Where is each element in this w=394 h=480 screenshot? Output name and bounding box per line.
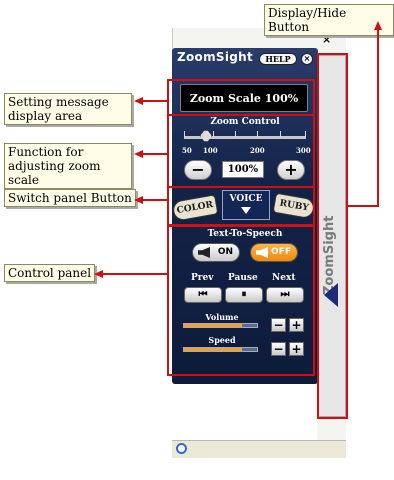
highlight-control-panel <box>167 225 315 376</box>
connector <box>142 153 167 155</box>
arrow-icon <box>134 97 143 105</box>
highlight-strip <box>317 53 348 419</box>
connector <box>377 24 379 206</box>
arrow-icon <box>134 150 143 158</box>
highlight-message-area <box>167 79 315 116</box>
ie-status-icon <box>176 443 187 454</box>
connector <box>142 199 167 201</box>
highlight-switch-tabs <box>167 186 315 226</box>
callout-setting-message: Setting message display area <box>4 93 132 125</box>
help-button[interactable]: HELP <box>259 53 297 65</box>
callout-zoom-function: Function for adjusting zoom scale <box>4 143 132 189</box>
arrow-icon <box>374 21 382 30</box>
connector <box>142 100 167 102</box>
connector <box>102 273 167 275</box>
connector <box>348 205 379 207</box>
arrow-icon <box>134 196 143 204</box>
callout-display-hide: Display/Hide Button <box>264 4 394 36</box>
zoomsight-logo: ZoomSight <box>177 50 254 64</box>
highlight-zoom-control <box>167 114 315 188</box>
callout-control-panel: Control panel <box>4 264 96 282</box>
panel-close-button[interactable]: × <box>301 53 313 65</box>
status-bar <box>172 440 346 458</box>
arrow-icon <box>94 270 103 278</box>
callout-switch-panel: Switch panel Button <box>4 189 136 207</box>
